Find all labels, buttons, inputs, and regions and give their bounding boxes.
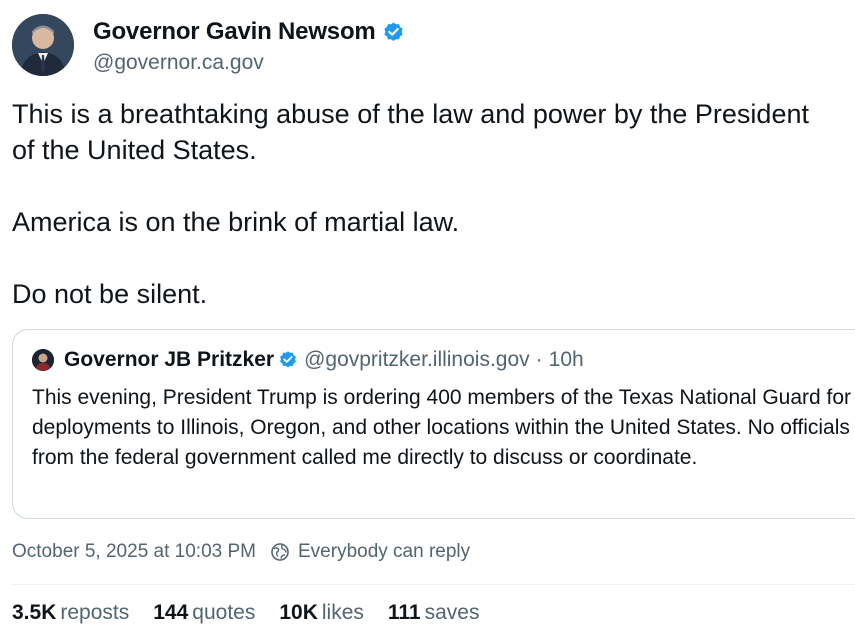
saves-label: saves xyxy=(424,601,480,624)
quotes-count: 144 xyxy=(153,601,189,624)
post-paragraph: This is a breathtaking abuse of the law … xyxy=(12,99,809,165)
post-timestamp[interactable]: October 5, 2025 at 10:03 PM xyxy=(12,541,256,563)
likes-count: 10K xyxy=(279,601,318,624)
post-meta: October 5, 2025 at 10:03 PM Everybody ca… xyxy=(12,541,470,563)
verified-badge-icon xyxy=(382,21,405,44)
globe-icon xyxy=(270,542,290,562)
quoted-author-avatar[interactable] xyxy=(32,349,54,371)
author-display-name[interactable]: Governor Gavin Newsom xyxy=(93,18,376,46)
quoted-post-text: This evening, President Trump is orderin… xyxy=(32,386,852,469)
quoted-post-card[interactable]: Governor JB Pritzker @govpritzker.illino… xyxy=(12,329,855,519)
reposts-stat[interactable]: 3.5K reposts xyxy=(12,601,129,625)
reposts-count: 3.5K xyxy=(12,601,57,624)
quoted-post-time[interactable]: 10h xyxy=(549,348,584,372)
verified-badge-icon xyxy=(278,350,298,370)
saves-count: 111 xyxy=(387,601,421,624)
author-handle[interactable]: @governor.ca.gov xyxy=(93,51,264,75)
quotes-label: quotes xyxy=(192,601,256,624)
likes-stat[interactable]: 10K likes xyxy=(279,601,364,625)
author-avatar[interactable] xyxy=(12,14,74,76)
saves-stat[interactable]: 111 saves xyxy=(388,601,480,625)
post-header: Governor Gavin Newsom @governor.ca.gov xyxy=(12,14,812,78)
separator-dot: · xyxy=(535,348,543,371)
post-paragraph: Do not be silent. xyxy=(12,279,208,309)
engagement-stats: 3.5K reposts 144 quotes 10K likes 111 saves xyxy=(12,601,503,625)
reposts-label: reposts xyxy=(60,601,130,624)
post-body: This is a breathtaking abuse of the law … xyxy=(12,96,832,312)
quoted-post-header: Governor JB Pritzker @govpritzker.illino… xyxy=(32,348,584,372)
quotes-stat[interactable]: 144 quotes xyxy=(153,601,255,625)
divider xyxy=(12,584,855,585)
quoted-author-name[interactable]: Governor JB Pritzker xyxy=(64,348,274,372)
post-paragraph: America is on the brink of martial law. xyxy=(12,207,460,237)
likes-label: likes xyxy=(321,601,364,624)
author-name-row: Governor Gavin Newsom xyxy=(93,18,405,46)
reply-setting[interactable]: Everybody can reply xyxy=(298,541,470,563)
quoted-author-handle[interactable]: @govpritzker.illinois.gov xyxy=(304,348,530,372)
